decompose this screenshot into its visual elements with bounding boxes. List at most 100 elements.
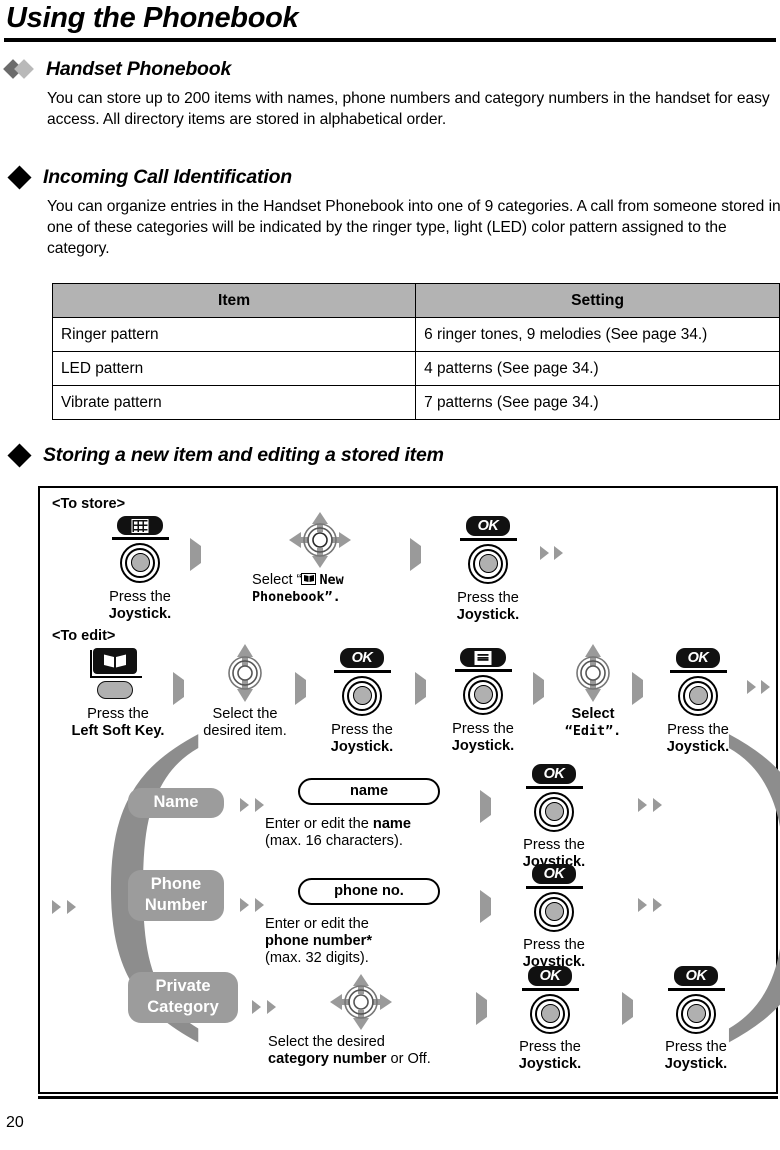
page-title: Using the Phonebook xyxy=(6,2,299,34)
arrow-icon xyxy=(480,790,491,823)
double-diamond-icon xyxy=(3,59,37,80)
manual-page: Using the Phonebook Handset Phonebook Yo… xyxy=(0,0,780,1150)
ok-key-icon: OK xyxy=(340,648,384,668)
key-underline xyxy=(454,669,512,672)
edit-step-2: Select the desired item. xyxy=(195,644,295,740)
step-caption: Press the Joystick. xyxy=(330,721,394,755)
table-header-row: Item Setting xyxy=(51,283,780,318)
diamond-icon xyxy=(7,443,32,468)
phonebook-glyph-icon xyxy=(301,573,317,585)
title-divider xyxy=(4,38,776,42)
store-step-3: OK Press the Joystick. xyxy=(430,516,546,624)
table-cell-setting: 6 ringer tones, 9 melodies (See page 34.… xyxy=(415,317,780,352)
ok-key-icon: OK xyxy=(532,864,576,884)
phone-confirm-step: OK Press the Joystick. xyxy=(506,864,602,971)
section-incoming-call-id: Incoming Call Identification You can org… xyxy=(6,165,780,259)
table-cell-item: Vibrate pattern xyxy=(51,385,417,420)
joystick-press-icon xyxy=(463,674,503,715)
table-cell-setting: 4 patterns (See page 34.) xyxy=(415,351,780,386)
joystick-4way-icon xyxy=(330,974,392,1035)
key-underline xyxy=(333,670,391,673)
key-underline xyxy=(525,886,583,889)
field-pill-private-category: Private Category xyxy=(128,972,238,1023)
entry-box-name[interactable]: name xyxy=(298,778,440,805)
joystick-press-icon xyxy=(530,993,570,1034)
step-caption: Press the Joystick. xyxy=(108,588,172,622)
joystick-press-icon xyxy=(468,543,508,584)
key-underline xyxy=(525,786,583,789)
ok-key-icon: OK xyxy=(532,764,576,784)
section-heading: Handset Phonebook xyxy=(3,58,776,81)
keypad-key-icon xyxy=(117,516,163,535)
section-body: You can organize entries in the Handset … xyxy=(47,198,780,257)
table-row: LED pattern 4 patterns (See page 34.) xyxy=(51,351,780,386)
arrow-icon xyxy=(295,672,306,705)
edit-step-5: Select “Edit”. xyxy=(548,644,638,740)
edit-step-3: OK Press the Joystick. xyxy=(312,648,412,756)
name-confirm-step: OK Press the Joystick. xyxy=(506,764,602,871)
joystick-press-icon xyxy=(676,993,716,1034)
table-header-item: Item xyxy=(51,283,417,318)
diamond-icon xyxy=(7,165,32,190)
joystick-2way-icon xyxy=(228,644,262,702)
procedure-flow-diagram: <To store> Press the Joystick. Select “ … xyxy=(38,486,780,1094)
settings-table: Item Setting Ringer pattern 6 ringer ton… xyxy=(51,283,780,420)
footer-divider xyxy=(38,1096,778,1099)
to-edit-label: <To edit> xyxy=(52,628,116,644)
table-cell-item: LED pattern xyxy=(51,351,417,386)
arrow-icon xyxy=(476,992,487,1025)
store-step-2: Select “ New Phonebook”. xyxy=(240,512,400,606)
step-caption: Press the Joystick. xyxy=(518,1038,582,1072)
section-title: Incoming Call Identification xyxy=(43,166,292,188)
section-handset-phonebook: Handset Phonebook You can store up to 20… xyxy=(3,58,776,130)
ok-key-icon: OK xyxy=(466,516,510,536)
ok-key-icon: OK xyxy=(674,966,718,986)
arrow-icon xyxy=(190,538,201,571)
field-pill-phone-number: Phone Number xyxy=(128,870,224,921)
field-desc-private-category: Select the desired category number or Of… xyxy=(268,1034,431,1067)
table-cell-item: Ringer pattern xyxy=(51,317,417,352)
joystick-press-icon xyxy=(534,791,574,832)
table-row: Vibrate pattern 7 patterns (See page 34.… xyxy=(51,385,780,420)
step-caption: Press the Joystick. xyxy=(664,1038,728,1072)
arrow-icon xyxy=(622,992,633,1025)
field-desc-name: Enter or edit the name (max. 16 characte… xyxy=(265,816,412,849)
arrow-icon xyxy=(480,890,491,923)
arrow-icon xyxy=(410,538,421,571)
key-underline xyxy=(521,988,579,991)
edit-step-4: Press the Joystick. xyxy=(433,648,533,755)
joystick-press-icon xyxy=(342,675,382,716)
menu-key-icon xyxy=(460,648,506,667)
arrow-icon xyxy=(415,672,426,705)
table-cell-setting: 7 patterns (See page 34.) xyxy=(415,385,780,420)
section-title: Storing a new item and editing a stored … xyxy=(43,444,444,466)
step-caption: Select the desired item. xyxy=(203,706,287,739)
step-caption: Select “ New Phonebook”. xyxy=(252,572,344,605)
step-caption: Press the Joystick. xyxy=(456,589,520,623)
final-confirm-step: OK Press the Joystick. xyxy=(648,966,744,1073)
store-step-1: Press the Joystick. xyxy=(82,516,198,623)
section-heading: Incoming Call Identification xyxy=(6,165,776,190)
to-store-label: <To store> xyxy=(52,496,126,512)
step-caption: Press the Joystick. xyxy=(451,720,515,754)
step-caption: Select “Edit”. xyxy=(564,706,622,739)
field-desc-phone-number: Enter or edit the phone number* (max. 32… xyxy=(265,916,373,966)
table-header-setting: Setting xyxy=(415,283,780,318)
section-body: You can store up to 200 items with names… xyxy=(47,90,770,128)
page-number: 20 xyxy=(6,1114,24,1131)
arrow-icon xyxy=(533,672,544,705)
entry-box-phone-no[interactable]: phone no. xyxy=(298,878,440,905)
field-pill-name: Name xyxy=(128,788,224,818)
section-heading: Storing a new item and editing a stored … xyxy=(6,443,776,468)
key-underline xyxy=(667,988,725,991)
ok-key-icon: OK xyxy=(528,966,572,986)
category-confirm-step: OK Press the Joystick. xyxy=(502,966,598,1073)
key-underline xyxy=(111,537,169,540)
arrow-icon xyxy=(632,672,643,705)
key-underline xyxy=(459,538,517,541)
section-storing-editing: Storing a new item and editing a stored … xyxy=(6,443,776,468)
joystick-2way-icon xyxy=(576,644,610,702)
joystick-press-icon xyxy=(678,675,718,716)
joystick-press-icon xyxy=(120,542,160,583)
joystick-press-icon xyxy=(534,891,574,932)
